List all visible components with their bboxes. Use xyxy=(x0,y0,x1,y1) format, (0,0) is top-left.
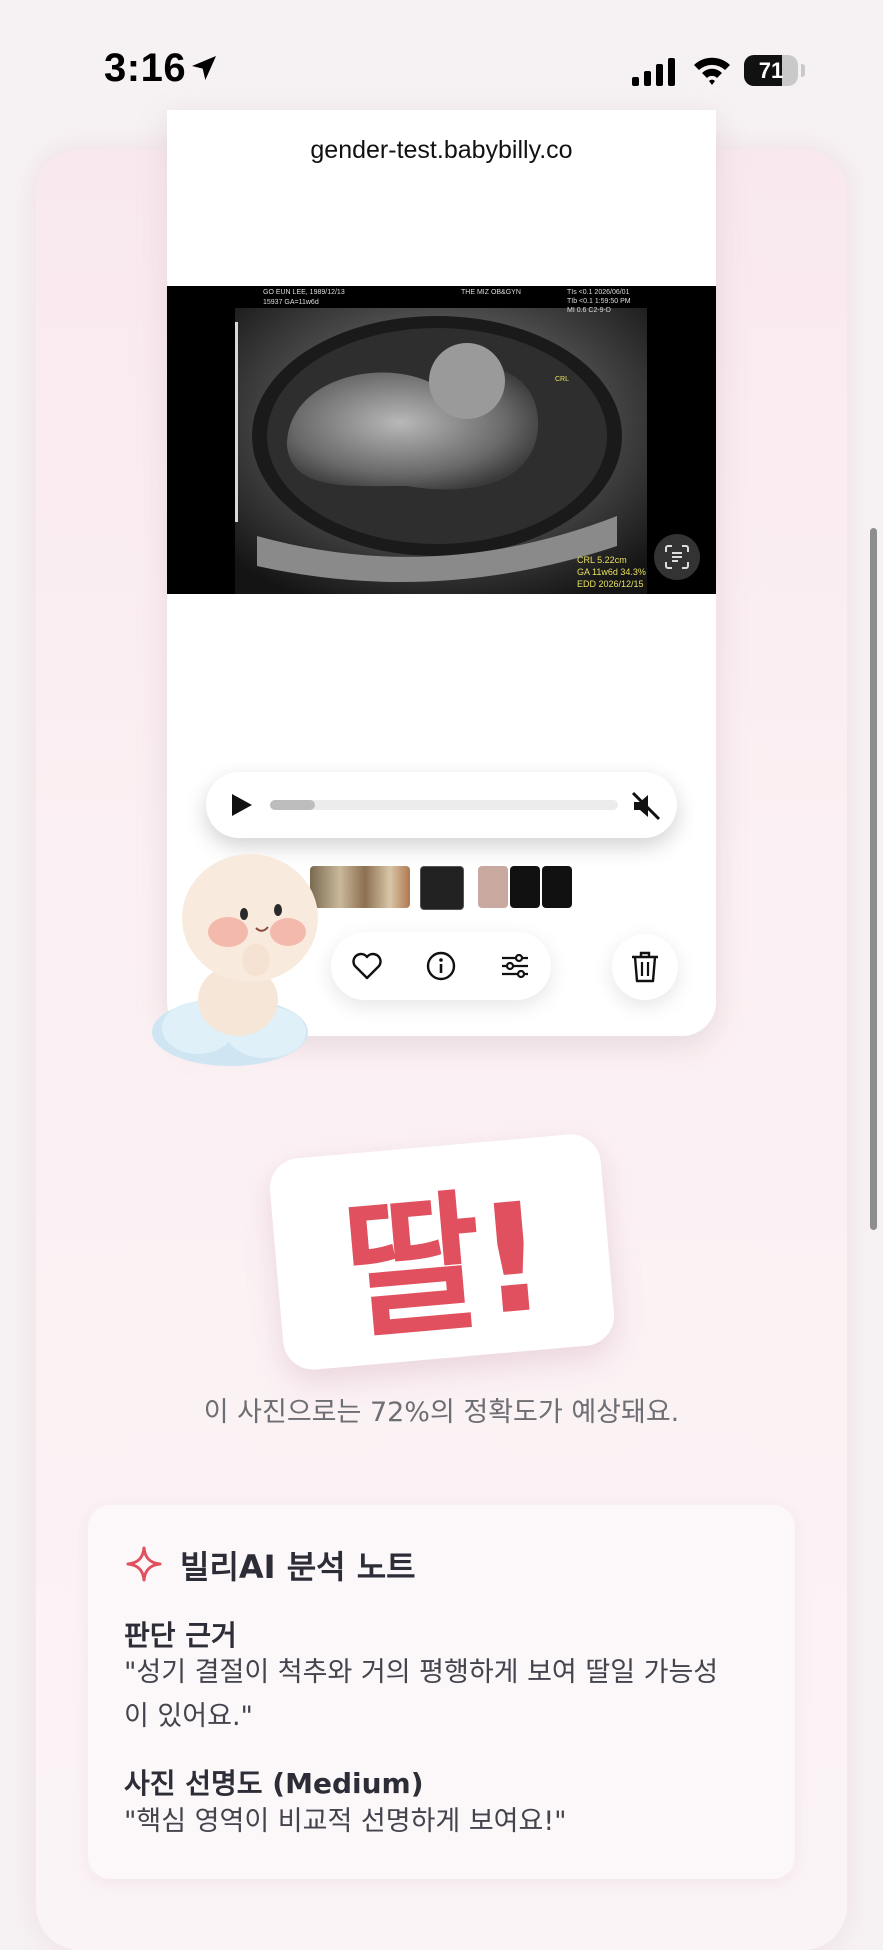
ultrasound-edd: EDD 2026/12/15 xyxy=(577,579,644,589)
battery-indicator: 71 xyxy=(744,55,798,86)
reason-text-line-2: 이 있어요." xyxy=(124,1701,253,1732)
ultrasound-crl-marker: CRL xyxy=(555,376,570,383)
thumbnail-ultrasound-2[interactable] xyxy=(510,866,540,908)
reason-heading: 판단 근거 xyxy=(124,1619,237,1652)
ultrasound-params-2: TIb <0.1 1:59:50 PM xyxy=(567,298,631,305)
page-scrollbar[interactable] xyxy=(870,528,877,1230)
photo-action-bar xyxy=(331,932,551,1000)
progress-bar[interactable] xyxy=(270,800,618,810)
play-icon[interactable] xyxy=(226,790,256,820)
ultrasound-params-1: TIs <0.1 2026/06/01 xyxy=(567,289,630,296)
reason-text-line-1: "성기 결절이 척추와 거의 평행하게 보여 딸일 가능성 xyxy=(124,1657,719,1688)
analysis-note-title: 빌리AI 분석 노트 xyxy=(180,1548,416,1586)
wifi-icon xyxy=(694,57,730,85)
browser-url[interactable]: gender-test.babybilly.co xyxy=(0,136,883,165)
cellular-signal-icon xyxy=(632,58,675,86)
progress-fill xyxy=(270,800,316,810)
ultrasound-patient: GO EUN LEE, 1989/12/13 xyxy=(263,289,345,296)
info-icon[interactable] xyxy=(425,950,457,982)
thumbnail-ultrasound-3[interactable] xyxy=(542,866,572,908)
battery-level: 71 xyxy=(758,58,784,83)
trash-icon xyxy=(632,951,658,983)
battery-nub xyxy=(801,64,805,77)
delete-button[interactable] xyxy=(612,934,678,1000)
location-arrow-icon xyxy=(192,56,216,80)
ultrasound-crl: CRL 5.22cm xyxy=(577,555,627,565)
ultrasound-clinic: THE MIZ OB&GYN xyxy=(461,289,521,296)
ultrasound-id: 15937 GA=11w6d xyxy=(263,299,319,306)
ultrasound-scan-graphic xyxy=(235,308,647,594)
result-label: 딸! xyxy=(336,1170,550,1361)
mute-icon[interactable] xyxy=(630,790,662,822)
thumbnail-photo[interactable] xyxy=(478,866,508,908)
ultrasound-ga: GA 11w6d 34.3% xyxy=(577,567,646,577)
clarity-heading: 사진 선명도 (Medium) xyxy=(124,1767,424,1800)
result-card: 딸! xyxy=(267,1131,617,1373)
sparkle-icon xyxy=(126,1546,162,1582)
clarity-text: "핵심 영역이 비교적 선명하게 보여요!" xyxy=(124,1806,567,1837)
baby-on-cloud-mascot xyxy=(152,854,318,1066)
status-time: 3:16 xyxy=(104,46,187,90)
media-player xyxy=(206,772,677,838)
heart-icon[interactable] xyxy=(351,950,383,982)
text-scan-icon[interactable] xyxy=(654,534,700,580)
ultrasound-params-3: MI 0.6 C2-9-D xyxy=(567,307,611,314)
adjust-sliders-icon[interactable] xyxy=(499,950,531,982)
ultrasound-image: GO EUN LEE, 1989/12/13 15937 GA=11w6d TH… xyxy=(167,286,716,594)
thumbnail-ultrasound-1[interactable] xyxy=(420,866,464,910)
accuracy-text: 이 사진으로는 72%의 정확도가 예상돼요. xyxy=(203,1397,680,1428)
